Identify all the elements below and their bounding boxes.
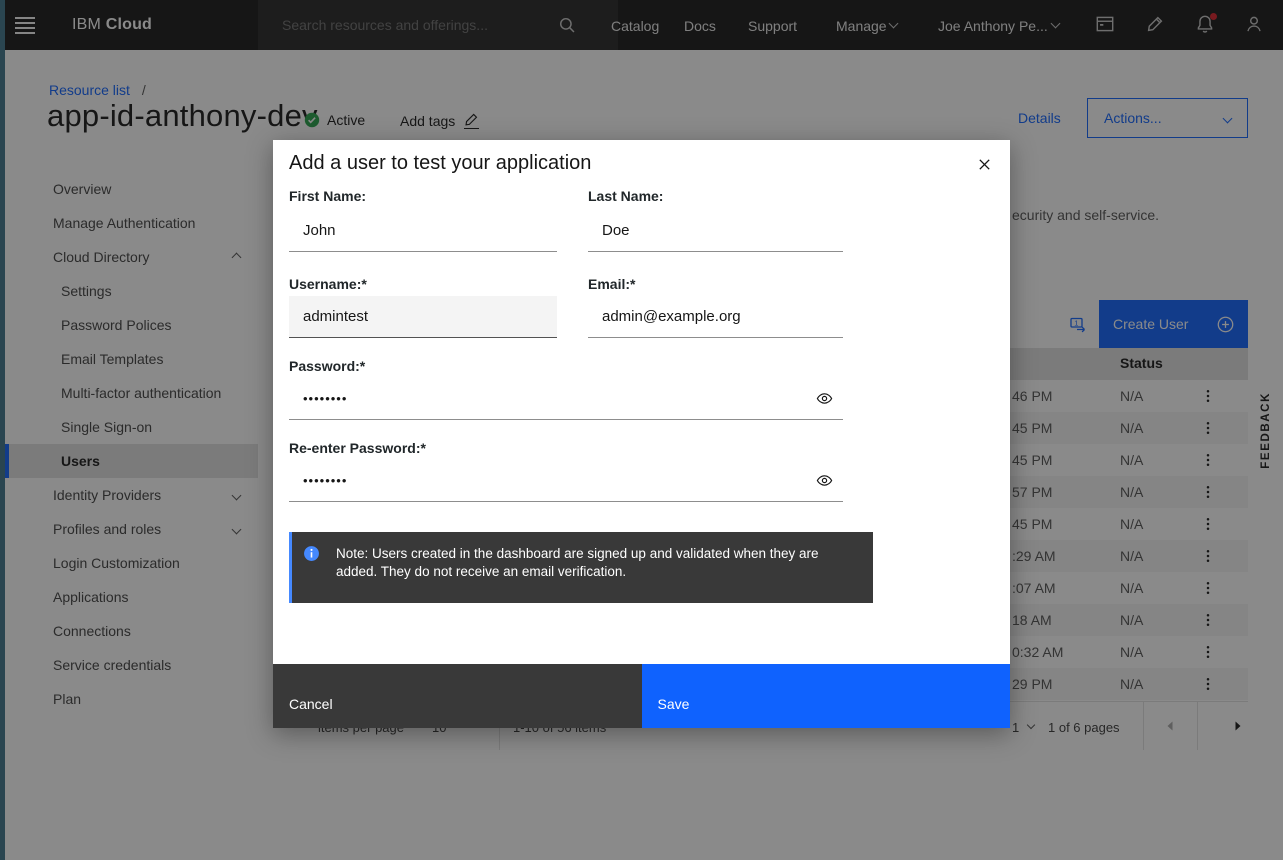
username-field-wrap (289, 296, 557, 338)
view-password-icon[interactable] (815, 390, 833, 408)
first-name-label: First Name: (289, 188, 366, 204)
add-user-modal: Add a user to test your application Firs… (273, 140, 1010, 728)
last-name-field-wrap (588, 210, 843, 252)
modal-footer: Cancel Save (273, 664, 1010, 728)
cancel-button[interactable]: Cancel (273, 664, 642, 728)
email-field[interactable] (588, 296, 843, 338)
reenter-password-field[interactable] (289, 460, 843, 502)
username-field[interactable] (289, 296, 557, 338)
view-password-icon[interactable] (815, 472, 833, 490)
password-field-wrap (289, 378, 843, 420)
email-field-wrap (588, 296, 843, 338)
close-icon[interactable] (972, 152, 996, 176)
left-edge-strip (0, 0, 5, 860)
reenter-password-field-wrap (289, 460, 843, 502)
first-name-field[interactable] (289, 210, 557, 252)
note-notification: Note: Users created in the dashboard are… (289, 532, 873, 603)
save-button[interactable]: Save (642, 664, 1011, 728)
first-name-field-wrap (289, 210, 557, 252)
password-field[interactable] (289, 378, 843, 420)
note-text: Note: Users created in the dashboard are… (336, 545, 859, 581)
username-label: Username:* (289, 276, 367, 292)
reenter-password-label: Re-enter Password:* (289, 440, 426, 456)
modal-title: Add a user to test your application (289, 152, 591, 175)
last-name-field[interactable] (588, 210, 843, 252)
info-icon (303, 545, 320, 567)
last-name-label: Last Name: (588, 188, 663, 204)
email-label: Email:* (588, 276, 635, 292)
password-label: Password:* (289, 358, 365, 374)
app-window: IBM Cloud Catalog Docs Support Manage Jo… (0, 0, 1283, 860)
